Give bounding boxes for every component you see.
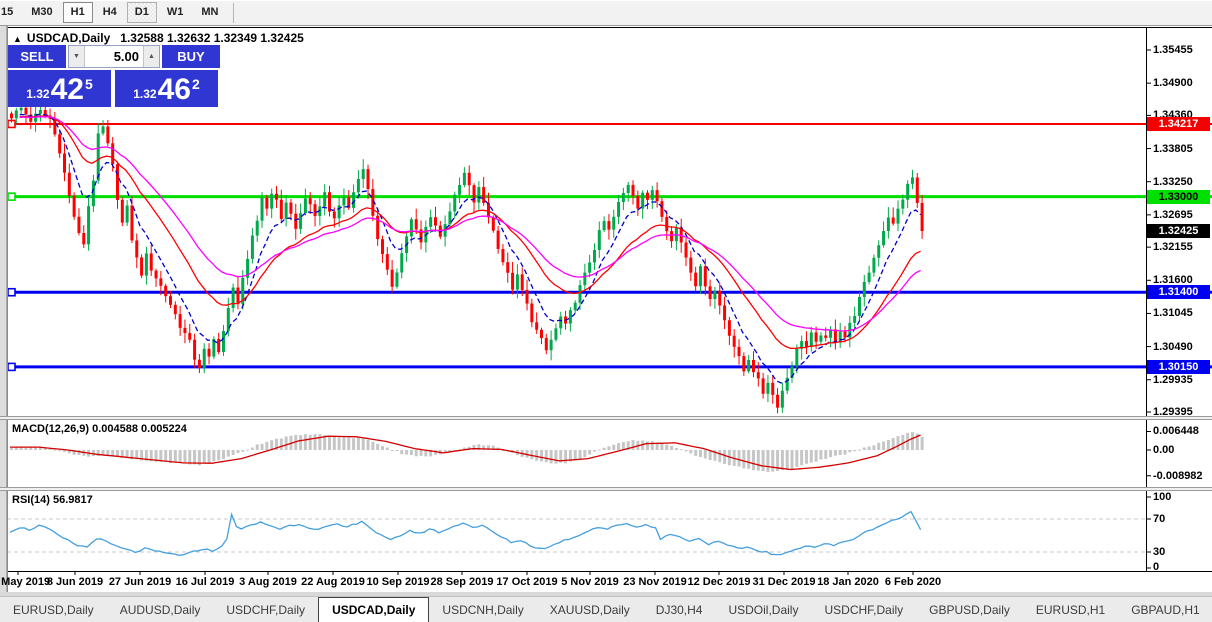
volume-decrease-icon[interactable]: ▼ [69, 46, 85, 67]
sell-price-box[interactable]: 1.32425 [8, 70, 111, 107]
chart-tab-usdcnh-daily-4[interactable]: USDCNH,Daily [429, 597, 536, 622]
chart-tab-usdcad-daily-3[interactable]: USDCAD,Daily [318, 597, 429, 622]
rsi-line [10, 512, 921, 556]
date-axis-label: 31 Dec 2019 [753, 576, 816, 588]
price-axis-tick: 1.32155 [1153, 241, 1193, 253]
timeframe-button-h4[interactable]: H4 [95, 2, 125, 23]
price-axis-tick: 1.33805 [1153, 143, 1193, 155]
price-line-tag: 1.33000 [1147, 190, 1210, 204]
chart-tab-eurusd-daily-0[interactable]: EURUSD,Daily [0, 597, 107, 622]
chart-tab-usdchf-daily-8[interactable]: USDCHF,Daily [811, 597, 916, 622]
mt4-terminal: { "toolbar": { "timeframes": ["15", "M30… [0, 0, 1212, 621]
macd-label: MACD(12,26,9) 0.004588 0.005224 [12, 423, 187, 435]
date-axis-label: 5 Nov 2019 [561, 576, 618, 588]
date-axis-label: 16 Jul 2019 [176, 576, 235, 588]
chart-tab-usdchf-daily-2[interactable]: USDCHF,Daily [213, 597, 318, 622]
date-axis-label: 21 May 2019 [0, 576, 50, 588]
price-axis-tick: 1.30490 [1153, 341, 1193, 353]
ma-mid-line [20, 116, 921, 348]
chart-tab-xauusd-daily-5[interactable]: XAUUSD,Daily [537, 597, 643, 622]
sell-price-prefix: 1.32 [26, 87, 49, 101]
price-axis-tick: 1.33250 [1153, 176, 1193, 188]
current-price-tag: 1.32425 [1147, 224, 1210, 238]
rsi-axis-tick: 30 [1153, 546, 1165, 558]
price-axis-tick: 1.34900 [1153, 77, 1193, 89]
buy-price-big: 46 [158, 75, 191, 105]
chart-title: ▲ USDCAD,Daily 1.32588 1.32632 1.32349 1.3… [13, 31, 304, 45]
date-axis-label: 17 Oct 2019 [496, 576, 557, 588]
chart-tab-gbpusd-daily-9[interactable]: GBPUSD,Daily [916, 597, 1023, 622]
price-axis-tick: 1.29395 [1153, 406, 1193, 418]
date-axis-label: 6 Feb 2020 [885, 576, 941, 588]
price-line-tag: 1.31400 [1147, 285, 1210, 299]
timeframe-toolbar: 15M30H1H4D1W1MN [0, 0, 1212, 26]
timeframe-button-m30[interactable]: M30 [23, 2, 60, 23]
rsi-axis-tick: 70 [1153, 513, 1165, 525]
chart-tab-bar: EURUSD,DailyAUDUSD,DailyUSDCHF,DailyUSDC… [0, 596, 1212, 622]
macd-axis-tick: -0.008982 [1153, 470, 1203, 482]
macd-axis-tick: 0.006448 [1153, 425, 1199, 437]
rsi-label: RSI(14) 56.9817 [12, 494, 93, 506]
volume-input[interactable]: 5.00 [85, 46, 143, 67]
chart-tab-gbpaud-h1-11[interactable]: GBPAUD,H1 [1118, 597, 1212, 622]
chart-tab-audusd-daily-1[interactable]: AUDUSD,Daily [107, 597, 214, 622]
line-anchor-marker[interactable] [8, 193, 15, 200]
volume-increase-icon[interactable]: ▲ [143, 46, 159, 67]
date-axis-label: 8 Jun 2019 [47, 576, 103, 588]
sell-price-pip: 5 [85, 76, 93, 92]
date-axis-label: 23 Nov 2019 [623, 576, 687, 588]
window-left-frame [0, 26, 8, 596]
line-anchor-marker[interactable] [8, 289, 15, 296]
date-axis-label: 3 Aug 2019 [239, 576, 297, 588]
chart-window [0, 26, 1212, 596]
price-axis-tick: 1.32695 [1153, 209, 1193, 221]
date-axis-label: 12 Dec 2019 [688, 576, 751, 588]
price-chart-canvas[interactable] [0, 26, 1212, 596]
date-axis-label: 27 Jun 2019 [109, 576, 171, 588]
timeframe-button-w1[interactable]: W1 [159, 2, 192, 23]
date-axis-label: 10 Sep 2019 [367, 576, 430, 588]
chart-symbol-label: USDCAD,Daily [27, 31, 110, 45]
price-axis-tick: 1.31045 [1153, 307, 1193, 319]
chart-tab-eurusd-h1-10[interactable]: EURUSD,H1 [1023, 597, 1118, 622]
one-click-trade-panel: SELL ▼ 5.00 ▲ BUY 1.32425 1.32462 [8, 45, 220, 107]
volume-spinner: ▼ 5.00 ▲ [68, 45, 160, 68]
sell-button[interactable]: SELL [8, 45, 66, 68]
chart-ohlc-values: 1.32588 1.32632 1.32349 1.32425 [120, 31, 304, 45]
buy-price-pip: 2 [192, 76, 200, 92]
ma-fast-line [20, 114, 921, 383]
chart-tab-usdoil-daily-7[interactable]: USDOil,Daily [715, 597, 811, 622]
buy-button[interactable]: BUY [162, 45, 220, 68]
price-line-tag: 1.34217 [1147, 117, 1210, 131]
buy-price-prefix: 1.32 [133, 87, 156, 101]
timeframe-button-15[interactable]: 15 [0, 2, 21, 23]
chart-tab-dj30-h4-6[interactable]: DJ30,H4 [643, 597, 716, 622]
date-axis-label: 18 Jan 2020 [817, 576, 879, 588]
macd-axis-tick: 0.00 [1153, 444, 1174, 456]
rsi-axis-tick: 0 [1153, 561, 1159, 573]
price-line-tag: 1.30150 [1147, 360, 1210, 374]
timeframe-button-h1[interactable]: H1 [63, 2, 93, 23]
date-axis-label: 22 Aug 2019 [301, 576, 365, 588]
toolbar-separator [233, 3, 234, 23]
price-axis-tick: 1.35455 [1153, 44, 1193, 56]
ma-slow-line [20, 117, 921, 331]
price-axis-tick: 1.29935 [1153, 374, 1193, 386]
buy-price-box[interactable]: 1.32462 [115, 70, 218, 107]
chart-collapse-icon[interactable]: ▲ [13, 34, 22, 44]
sell-price-big: 42 [51, 75, 84, 105]
timeframe-button-d1[interactable]: D1 [127, 2, 157, 23]
timeframe-button-mn[interactable]: MN [193, 2, 226, 23]
rsi-axis-tick: 100 [1153, 491, 1171, 503]
rsi-pane-splitter[interactable] [0, 487, 1212, 491]
line-anchor-marker[interactable] [8, 363, 15, 370]
macd-pane-splitter[interactable] [0, 416, 1212, 420]
date-axis-label: 28 Sep 2019 [431, 576, 494, 588]
